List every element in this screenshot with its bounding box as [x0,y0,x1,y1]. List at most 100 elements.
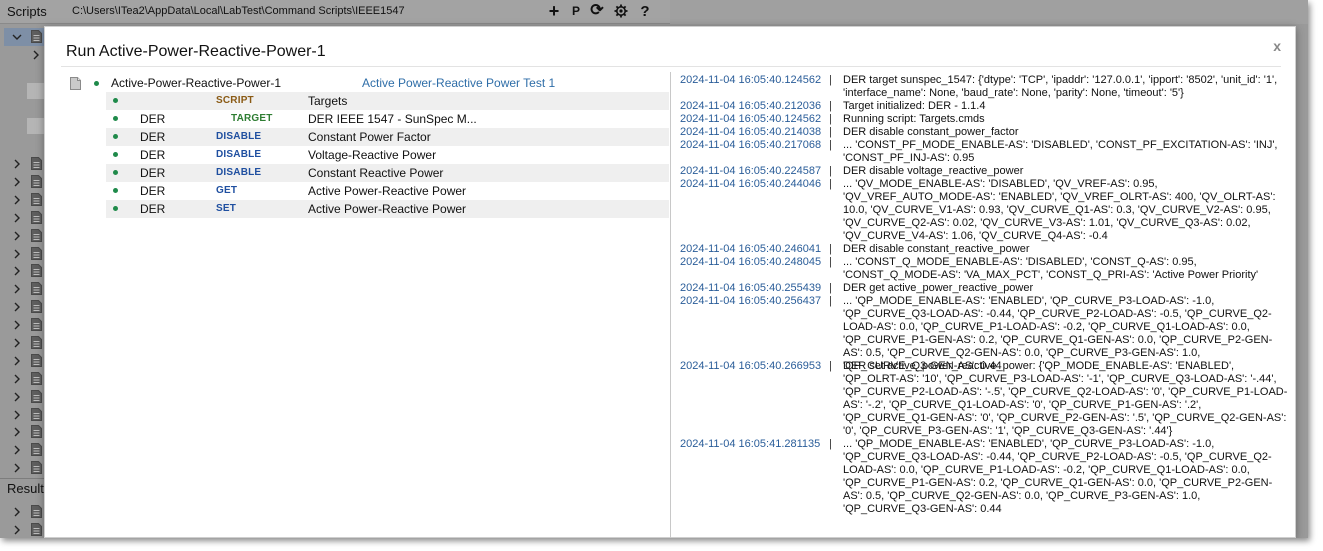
scripts-toolbar: Scripts C:\Users\ITea2\AppData\Local\Lab… [0,0,670,24]
log-separator: | [829,282,832,294]
tree-row[interactable] [0,46,48,64]
tree-row[interactable] [0,173,48,191]
step-target: DER [140,112,166,126]
log-separator: | [829,178,832,190]
status-dot [94,81,99,86]
log-separator: | [829,438,832,450]
document-icon [31,425,42,438]
p-icon[interactable]: P [567,2,585,20]
step-row[interactable]: DER DISABLE Constant Reactive Power [106,164,669,182]
chevron-right-icon[interactable] [11,373,23,385]
chevron-right-icon[interactable] [11,248,23,260]
tree-row[interactable] [0,316,48,334]
document-icon [31,372,42,385]
tree-row[interactable] [0,423,48,441]
status-dot [113,170,118,175]
document-icon [31,390,42,403]
tree-row[interactable] [0,441,48,459]
chevron-right-icon[interactable] [11,524,23,536]
refresh-icon[interactable]: ⟳ [588,2,606,20]
tree-row[interactable] [0,262,48,280]
tree-row[interactable] [0,155,48,173]
tree-row[interactable] [0,227,48,245]
document-icon [31,318,42,331]
log-separator: | [829,256,832,268]
root-script-name[interactable]: Active-Power-Reactive-Power-1 [111,76,281,90]
document-icon [31,30,42,43]
status-dot [113,206,118,211]
tree-row[interactable] [0,406,48,424]
step-row[interactable]: DER TARGET DER IEEE 1547 - SunSpec M... [106,110,669,128]
log-separator: | [829,74,832,86]
chevron-right-icon[interactable] [11,158,23,170]
step-row[interactable]: DER DISABLE Constant Power Factor [106,128,669,146]
log-message: ... 'QV_MODE_ENABLE-AS': 'DISABLED', 'QV… [843,178,1276,242]
add-icon[interactable]: + [545,2,563,20]
document-icon [31,300,42,313]
tree-row[interactable] [0,191,48,209]
log-message: DER disable constant_power_factor [843,126,1019,138]
step-target: DER [140,202,166,216]
log-separator: | [829,113,832,125]
chevron-right-icon[interactable] [30,49,42,61]
log-separator: | [829,126,832,138]
chevron-right-icon[interactable] [11,194,23,206]
tree-row[interactable] [0,388,48,406]
tree-row[interactable] [0,28,48,46]
document-icon [31,282,42,295]
tree-row[interactable] [0,370,48,388]
document-icon [31,229,42,242]
document-icon [70,77,81,90]
chevron-right-icon[interactable] [11,391,23,403]
step-name: Constant Power Factor [308,130,431,144]
log-message: DER target sunspec_1547: {'dtype': 'TCP'… [843,74,1278,99]
step-row[interactable]: SCRIPT Targets [106,92,669,110]
log-separator: | [829,360,832,372]
chevron-right-icon[interactable] [11,355,23,367]
chevron-right-icon[interactable] [11,409,23,421]
step-row[interactable]: DER DISABLE Voltage-Reactive Power [106,146,669,164]
tree-row[interactable] [0,521,48,538]
tree-row[interactable] [0,503,48,521]
step-action-badge: SET [216,203,237,214]
log-timestamp: 2024-11-04 16:05:40.224587 [680,165,822,177]
step-row[interactable]: DER SET Active Power-Reactive Power [106,200,669,218]
help-icon[interactable]: ? [636,2,654,20]
step-target: DER [140,130,166,144]
chevron-right-icon[interactable] [11,426,23,438]
tree-row[interactable] [0,245,48,263]
chevron-right-icon[interactable] [11,444,23,456]
document-icon [31,157,42,170]
gear-icon[interactable] [612,2,630,20]
chevron-right-icon[interactable] [11,301,23,313]
log-message: ... 'CONST_PF_MODE_ENABLE-AS': 'DISABLED… [843,139,1278,164]
chevron-right-icon[interactable] [11,283,23,295]
document-icon [31,193,42,206]
chevron-right-icon[interactable] [11,230,23,242]
chevron-right-icon[interactable] [11,337,23,349]
tree-row[interactable] [0,352,48,370]
document-icon [31,247,42,260]
tree-row[interactable] [0,334,48,352]
step-name: Active Power-Reactive Power [308,184,467,198]
step-row[interactable]: DER GET Active Power-Reactive Power [106,182,669,200]
pane-splitter[interactable] [670,72,671,538]
tree-row[interactable] [0,459,48,477]
tree-row[interactable] [0,209,48,227]
chevron-right-icon[interactable] [11,462,23,474]
log-timestamp: 2024-11-04 16:05:40.214038 [680,126,822,138]
chevron-right-icon[interactable] [11,506,23,518]
close-icon[interactable]: x [1273,38,1281,54]
tree-row[interactable] [0,280,48,298]
chevron-right-icon[interactable] [11,212,23,224]
tree-row[interactable] [0,298,48,316]
document-icon [31,264,42,277]
document-icon [31,505,42,518]
chevron-right-icon[interactable] [11,265,23,277]
run-dialog: Run Active-Power-Reactive-Power-1 x Acti… [44,26,1296,538]
chevron-right-icon[interactable] [11,319,23,331]
chevron-down-icon[interactable] [11,31,23,43]
dialog-divider [61,66,1281,67]
chevron-right-icon[interactable] [11,176,23,188]
log-message: DER set active_power_reactive_power: {'Q… [843,360,1288,437]
